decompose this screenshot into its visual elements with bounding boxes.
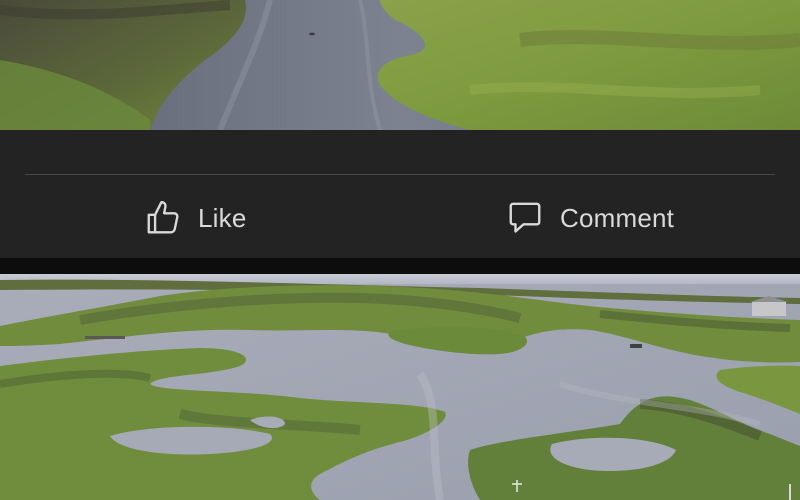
post-action-bar: Like Comment (0, 130, 800, 258)
post-photo-river[interactable] (0, 0, 800, 130)
comment-button[interactable]: Comment (506, 192, 674, 244)
river-marsh-image (0, 0, 800, 130)
thumbs-up-icon (144, 199, 182, 237)
feed-screen: Like Comment (0, 0, 800, 500)
comment-label: Comment (560, 202, 675, 233)
action-bar-divider (25, 174, 775, 175)
feed-separator (0, 258, 800, 274)
speech-bubble-icon (506, 199, 544, 237)
aerial-marsh-image (0, 274, 800, 500)
like-button[interactable]: Like (144, 192, 247, 244)
like-label: Like (198, 202, 247, 233)
post-photo-marsh[interactable] (0, 274, 800, 500)
